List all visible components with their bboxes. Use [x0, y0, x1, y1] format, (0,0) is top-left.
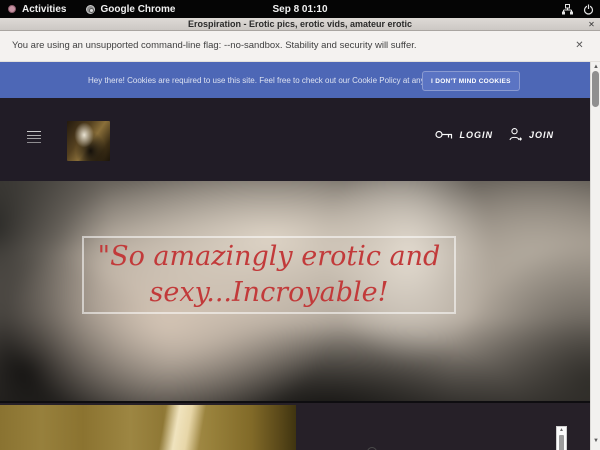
site-header: LOGIN JOIN: [0, 98, 590, 181]
hero-quote-line-1: "So amazingly erotic and: [84, 239, 454, 275]
login-button[interactable]: LOGIN: [435, 129, 493, 140]
infobar-close-button[interactable]: ✕: [573, 39, 586, 52]
window-title-bar[interactable]: Erospiration - Erotic pics, erotic vids,…: [0, 18, 600, 31]
hero-carousel: "So amazingly erotic and sexy...Incroyab…: [0, 181, 590, 401]
embedded-scroll-thumb[interactable]: [559, 435, 564, 450]
join-button[interactable]: JOIN: [509, 128, 554, 141]
chrome-icon: [86, 5, 95, 14]
hero-quote-box: "So amazingly erotic and sexy...Incroyab…: [82, 236, 456, 314]
content-thumbnail-image[interactable]: [0, 405, 296, 450]
scroll-down-arrow[interactable]: ▼: [591, 436, 600, 446]
window-title: Erospiration - Erotic pics, erotic vids,…: [188, 19, 412, 29]
site-logo-image[interactable]: [67, 121, 110, 161]
login-label: LOGIN: [459, 130, 493, 140]
chrome-infobar: You are using an unsupported command-lin…: [0, 31, 600, 62]
key-icon: [435, 129, 453, 140]
hero-quote-line-2: sexy...Incroyable!: [84, 275, 454, 311]
app-menu[interactable]: Google Chrome: [86, 4, 175, 15]
system-status-area[interactable]: [562, 0, 594, 18]
embedded-scroll-up-icon[interactable]: ▲: [557, 427, 566, 433]
below-fold-section: ▲: [0, 401, 590, 450]
cookie-message: Hey there! Cookies are required to use t…: [88, 76, 444, 85]
scroll-thumb[interactable]: [592, 71, 599, 107]
infobar-message: You are using an unsupported command-lin…: [12, 40, 417, 51]
user-plus-icon: [509, 128, 523, 141]
cookie-accept-button[interactable]: I DON'T MIND COOKIES: [422, 71, 520, 91]
hamburger-menu-icon[interactable]: [27, 131, 41, 143]
cookie-banner: Hey there! Cookies are required to use t…: [0, 62, 590, 98]
app-menu-label: Google Chrome: [100, 4, 175, 15]
close-icon: ✕: [575, 40, 583, 51]
join-label: JOIN: [529, 130, 554, 140]
activities-button[interactable]: Activities: [22, 4, 66, 15]
window-close-button[interactable]: ✕: [586, 19, 597, 30]
network-icon: [562, 4, 573, 15]
browser-viewport: Hey there! Cookies are required to use t…: [0, 62, 590, 450]
recording-status-dot-icon: [8, 5, 16, 13]
close-icon: ✕: [588, 20, 595, 29]
page-scrollbar[interactable]: ▲ ▼: [590, 62, 600, 450]
desktop-screen: Activities Google Chrome Sep 8 01:10: [0, 0, 600, 450]
power-icon: [583, 4, 594, 15]
embedded-scrollbar[interactable]: ▲: [556, 426, 567, 450]
system-top-bar: Activities Google Chrome Sep 8 01:10: [0, 0, 600, 18]
